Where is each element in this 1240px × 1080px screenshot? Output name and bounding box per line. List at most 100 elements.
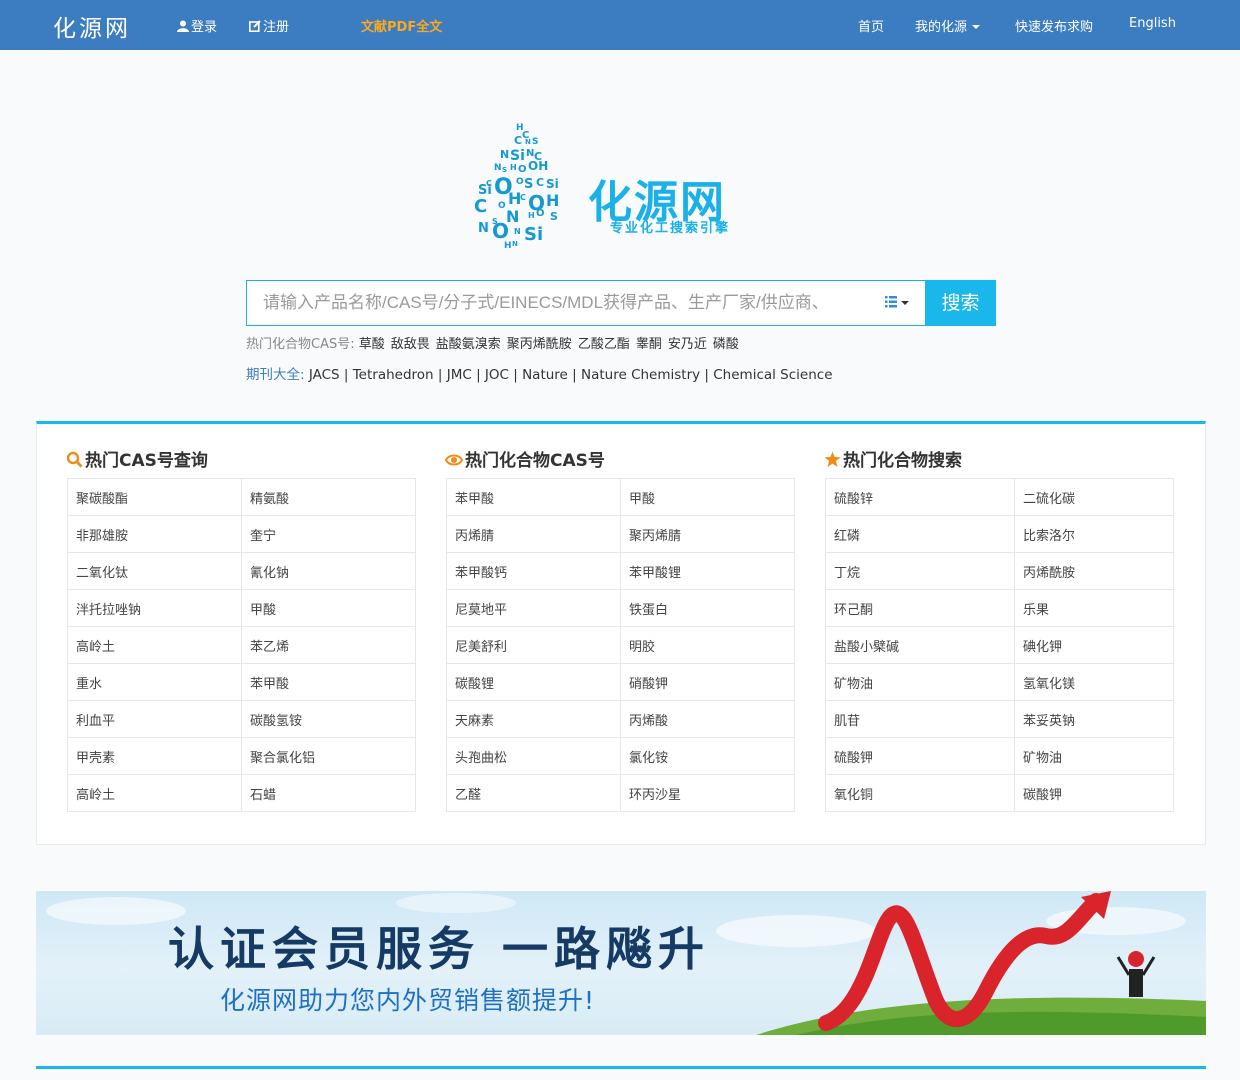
compound-link[interactable]: 尼美舒利 — [446, 626, 621, 664]
compound-link[interactable]: 重水 — [67, 663, 242, 701]
register-link[interactable]: 注册 — [249, 16, 289, 35]
compound-link[interactable]: 非那雄胺 — [67, 515, 242, 553]
compound-link[interactable]: 尼莫地平 — [446, 589, 621, 627]
compound-link[interactable]: 高岭土 — [67, 626, 242, 664]
compound-link[interactable]: 甲酸 — [620, 478, 795, 516]
hot-cas-link[interactable]: 安乃近 — [668, 337, 707, 352]
section-divider — [36, 1066, 1206, 1069]
search-button[interactable]: 搜索 — [925, 280, 996, 326]
pdf-fulltext-link[interactable]: 文献PDF全文 — [361, 16, 442, 35]
brand-logo[interactable]: 化源网 — [53, 9, 131, 43]
table-row: 泮托拉唑钠 甲酸 — [67, 589, 416, 627]
hot-cas-link[interactable]: 聚丙烯酰胺 — [507, 337, 572, 352]
compound-link[interactable]: 甲酸 — [241, 589, 416, 627]
journal-line: 期刊大全: JACS | Tetrahedron | JMC | JOC | N… — [246, 363, 833, 383]
compound-link[interactable]: 聚碳酸酯 — [67, 478, 242, 516]
table-row: 尼莫地平 铁蛋白 — [446, 589, 795, 627]
compound-link[interactable]: 肌苷 — [825, 700, 1015, 738]
compound-link[interactable]: 盐酸小檗碱 — [825, 626, 1015, 664]
compound-link[interactable]: 碳酸氢铵 — [241, 700, 416, 738]
compound-link[interactable]: 甲壳素 — [67, 737, 242, 775]
search-type-dropdown[interactable] — [883, 294, 917, 314]
compound-link[interactable]: 矿物油 — [825, 663, 1015, 701]
compound-link[interactable]: 碳酸钾 — [1014, 774, 1174, 812]
compound-link[interactable]: 乐果 — [1014, 589, 1174, 627]
caret-down-icon — [972, 25, 981, 29]
compound-link[interactable]: 铁蛋白 — [620, 589, 795, 627]
table-row: 非那雄胺 奎宁 — [67, 515, 416, 553]
journal-links[interactable]: JACS | Tetrahedron | JMC | JOC | Nature … — [309, 367, 833, 383]
compound-link[interactable]: 聚丙烯腈 — [620, 515, 795, 553]
table-row: 聚碳酸酯 精氨酸 — [67, 478, 416, 516]
compound-link[interactable]: 丙烯腈 — [446, 515, 621, 553]
svg-text:S: S — [524, 177, 533, 192]
hot-cas-link[interactable]: 睾酮 — [636, 337, 662, 352]
col-title-text: 热门CAS号查询 — [85, 451, 208, 471]
compound-link[interactable]: 红磷 — [825, 515, 1015, 553]
compound-link[interactable]: 精氨酸 — [241, 478, 416, 516]
compound-link[interactable]: 丁烷 — [825, 552, 1015, 590]
my-account-dropdown[interactable]: 我的化源 — [915, 16, 981, 35]
svg-text:C: C — [514, 134, 522, 147]
english-link[interactable]: English — [1129, 16, 1176, 31]
svg-text:S: S — [550, 210, 558, 223]
compound-link[interactable]: 苯甲酸 — [241, 663, 416, 701]
table-row: 盐酸小檗碱 碘化钾 — [825, 626, 1174, 664]
hot-cas-line: 热门化合物CAS号: 草酸 敌敌畏 盐酸氨溴索 聚丙烯酰胺 乙酸乙酯 睾酮 安乃近 磷酸 — [246, 333, 745, 352]
search-input[interactable] — [247, 281, 867, 325]
compound-link[interactable]: 二氧化钛 — [67, 552, 242, 590]
compound-link[interactable]: 碘化钾 — [1014, 626, 1174, 664]
hot-cas-link[interactable]: 磷酸 — [713, 337, 739, 352]
compound-link[interactable]: 丙烯酸 — [620, 700, 795, 738]
compound-link[interactable]: 二硫化碳 — [1014, 478, 1174, 516]
compound-link[interactable]: 矿物油 — [1014, 737, 1174, 775]
compound-link[interactable]: 苯甲酸 — [446, 478, 621, 516]
compound-link[interactable]: 乙醛 — [446, 774, 621, 812]
member-service-banner[interactable]: 认证会员服务 一路飚升 化源网助力您内外贸销售额提升! — [36, 891, 1206, 1035]
compound-link[interactable]: 硝酸钾 — [620, 663, 795, 701]
table-row: 高岭土 石蜡 — [67, 774, 416, 812]
hot-cas-link[interactable]: 草酸 — [359, 337, 385, 352]
col-title-compound-search: 热门化合物搜索 — [824, 446, 962, 471]
compound-link[interactable]: 氧化铜 — [825, 774, 1015, 812]
hot-cas-link[interactable]: 乙酸乙酯 — [578, 337, 630, 352]
svg-text:N: N — [478, 221, 489, 236]
compound-link[interactable]: 高岭土 — [67, 774, 242, 812]
compound-link[interactable]: 氢氧化镁 — [1014, 663, 1174, 701]
compound-link[interactable]: 硫酸锌 — [825, 478, 1015, 516]
login-link[interactable]: 登录 — [177, 16, 217, 35]
compound-link[interactable]: 奎宁 — [241, 515, 416, 553]
edit-icon — [249, 20, 261, 32]
compound-link[interactable]: 氰化钠 — [241, 552, 416, 590]
compound-link[interactable]: 苯妥英钠 — [1014, 700, 1174, 738]
svg-text:O: O — [518, 164, 527, 175]
post-request-link[interactable]: 快速发布求购 — [1015, 16, 1093, 35]
svg-text:O: O — [516, 177, 524, 187]
compound-link[interactable]: 环丙沙星 — [620, 774, 795, 812]
compound-link[interactable]: 碳酸锂 — [446, 663, 621, 701]
compound-link[interactable]: 头孢曲松 — [446, 737, 621, 775]
compound-link[interactable]: 比索洛尔 — [1014, 515, 1174, 553]
compound-link[interactable]: 苯甲酸钙 — [446, 552, 621, 590]
compound-link[interactable]: 苯甲酸锂 — [620, 552, 795, 590]
compound-link[interactable]: 环己酮 — [825, 589, 1015, 627]
table-row: 苯甲酸钙 苯甲酸锂 — [446, 552, 795, 590]
home-link[interactable]: 首页 — [858, 16, 884, 35]
table-row: 二氧化钛 氰化钠 — [67, 552, 416, 590]
compound-link[interactable]: 硫酸钾 — [825, 737, 1015, 775]
compound-link[interactable]: 天麻素 — [446, 700, 621, 738]
hot-cas-link[interactable]: 盐酸氨溴索 — [436, 337, 501, 352]
col-title-cas-query: 热门CAS号查询 — [66, 446, 208, 471]
compound-link[interactable]: 石蜡 — [241, 774, 416, 812]
compound-link[interactable]: 聚合氯化铝 — [241, 737, 416, 775]
list-icon — [885, 296, 909, 308]
compound-link[interactable]: 丙烯酰胺 — [1014, 552, 1174, 590]
compound-link[interactable]: 利血平 — [67, 700, 242, 738]
compound-link[interactable]: 氯化铵 — [620, 737, 795, 775]
compound-link[interactable]: 苯乙烯 — [241, 626, 416, 664]
svg-text:N: N — [500, 148, 509, 161]
svg-text:H: H — [546, 191, 559, 210]
compound-link[interactable]: 明胶 — [620, 626, 795, 664]
compound-link[interactable]: 泮托拉唑钠 — [67, 589, 242, 627]
hot-cas-link[interactable]: 敌敌畏 — [391, 337, 430, 352]
